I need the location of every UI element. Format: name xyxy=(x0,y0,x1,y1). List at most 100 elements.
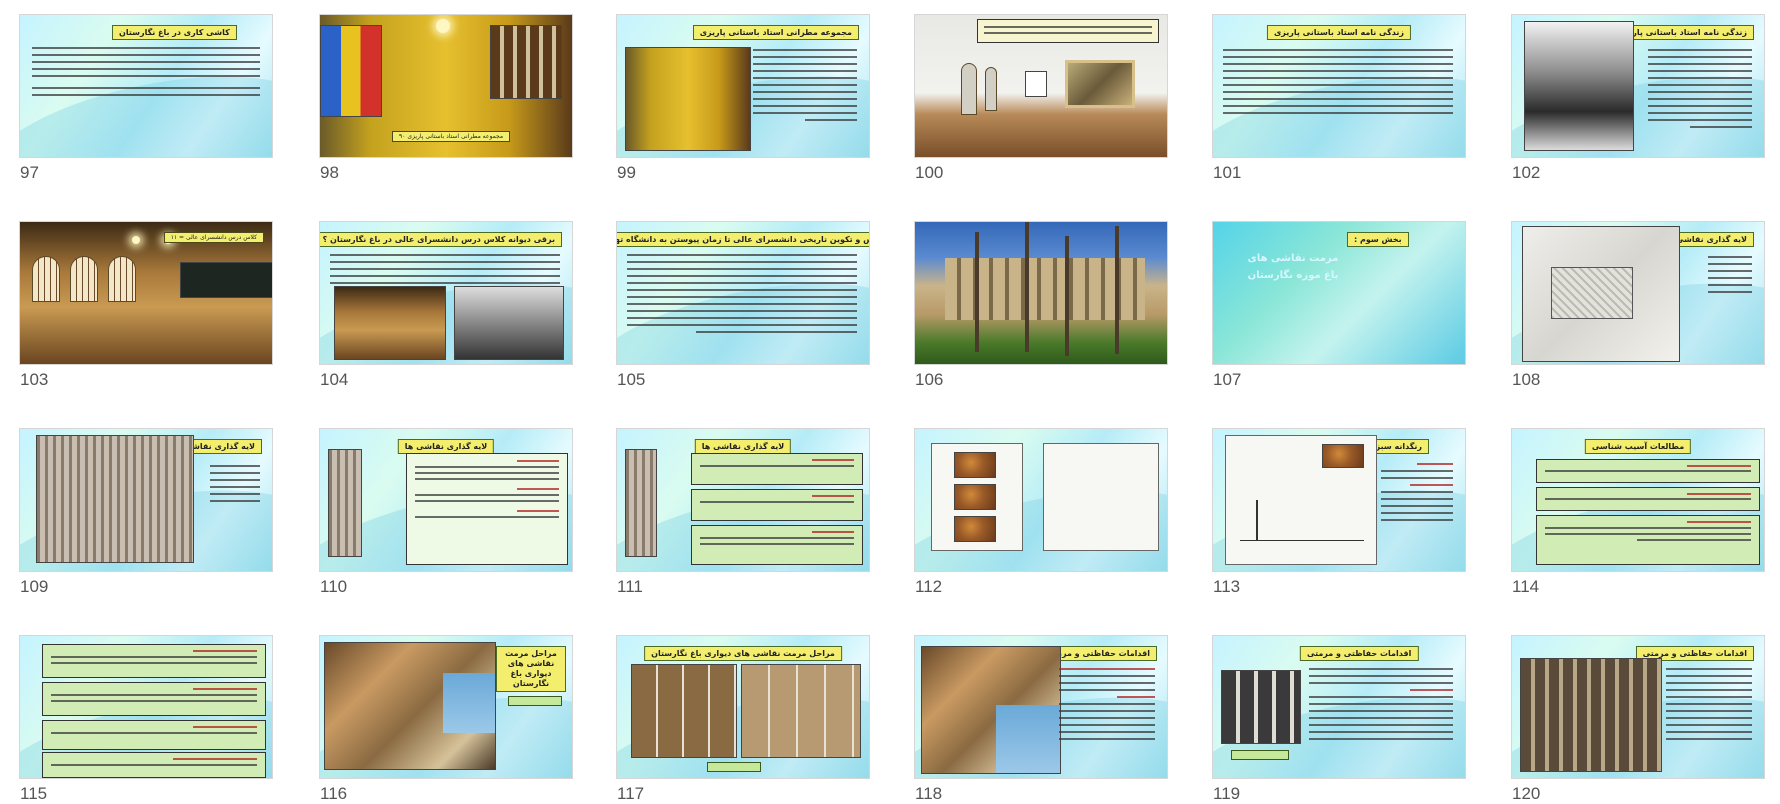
photo-inset xyxy=(443,673,495,733)
slide-cell-100[interactable]: 100 xyxy=(915,15,1167,182)
slide-number: 116 xyxy=(320,784,348,803)
slide-cell-105[interactable]: تاسیس و تکوین تاریخی دانشسرای عالی تا زم… xyxy=(617,222,869,389)
caption-tag xyxy=(508,696,562,706)
layer-diagram xyxy=(36,435,194,563)
blackboard xyxy=(180,262,272,298)
slide-title: لایه گذاری نقاشی ها xyxy=(397,439,495,454)
slide-thumbnail[interactable] xyxy=(20,636,272,778)
slide-cell-114[interactable]: مطالعات آسیب شناسی 114 xyxy=(1512,429,1764,596)
slide-thumbnail[interactable]: اقدامات حفاظتی و مرمتی xyxy=(1512,636,1764,778)
sample-photo xyxy=(954,484,996,510)
slide-sorter-grid: کاشی کاری در باغ نگارستان 97 ۹۰ مجموعه م… xyxy=(0,0,1780,803)
slide-thumbnail[interactable]: مطالعات آسیب شناسی xyxy=(1512,429,1764,571)
restoration-photo xyxy=(1520,658,1662,772)
slide-cell-104[interactable]: برقی دیوانه کلاس درس دانشسرای عالی در با… xyxy=(320,222,572,389)
slide-thumbnail[interactable]: کاشی کاری در باغ نگارستان xyxy=(20,15,272,157)
text-box xyxy=(1536,487,1760,511)
slide-number: 104 xyxy=(320,370,349,389)
slide-number: 97 xyxy=(20,163,39,182)
sample-sheet xyxy=(931,443,1023,551)
slide-thumbnail[interactable]: اقدامات حفاظتی و مرمتی xyxy=(915,636,1167,778)
slide-thumbnail[interactable]: برقی دیوانه کلاس درس دانشسرای عالی در با… xyxy=(320,222,572,364)
slide-number: 100 xyxy=(915,163,944,182)
slide-thumbnail[interactable] xyxy=(915,222,1167,364)
slide-cell-112[interactable]: 112 xyxy=(915,429,1167,596)
slide-cell-103[interactable]: ۱۱ = کلاس درس دانشسرای عالی 103 xyxy=(20,222,272,389)
slide-number: 98 xyxy=(320,163,339,182)
slide-title: مجموعه مطرانی استاد باستانی پاریزی xyxy=(692,25,859,40)
slide-number: 120 xyxy=(1512,784,1541,803)
slide-thumbnail[interactable]: ۱۱ = کلاس درس دانشسرای عالی xyxy=(20,222,272,364)
slide-thumbnail[interactable]: زندگی نامه استاد باستانی پاریزی xyxy=(1512,15,1764,157)
slide-title: زندگی نامه استاد باستانی پاریزی xyxy=(1266,25,1412,40)
spectrum-peak xyxy=(1256,500,1258,540)
slide-thumbnail[interactable]: لایه گذاری نقاشی ها xyxy=(1512,222,1764,364)
layer-diagram xyxy=(328,449,362,557)
slide-cell-113[interactable]: رنگدانه سبز 113 xyxy=(1213,429,1465,596)
section-label: بخش سوم : xyxy=(1347,232,1409,247)
text-box xyxy=(406,453,568,565)
slide-thumbnail[interactable]: رنگدانه سبز xyxy=(1213,429,1465,571)
slide-cell-117[interactable]: مراحل مرمت نقاشی های دیواری باغ نگارستان… xyxy=(617,636,869,803)
slide-number: 107 xyxy=(1213,370,1242,389)
slide-title: کاشی کاری در باغ نگارستان xyxy=(112,25,237,40)
slide-thumbnail[interactable]: لایه گذاری نقاشی ها xyxy=(320,429,572,571)
slide-cell-101[interactable]: زندگی نامه استاد باستانی پاریزی 101 xyxy=(1213,15,1465,182)
slide-cell-99[interactable]: مجموعه مطرانی استاد باستانی پاریزی 99 xyxy=(617,15,869,182)
slide-cell-115[interactable]: 115 xyxy=(20,636,272,803)
slide-thumbnail[interactable]: زندگی نامه استاد باستانی پاریزی xyxy=(1213,15,1465,157)
tree-trunk xyxy=(1115,226,1119,354)
spectrum-baseline xyxy=(1240,540,1364,541)
slide-thumbnail[interactable]: مجموعه مطرانی استاد باستانی پاریزی xyxy=(617,15,869,157)
slide-thumbnail[interactable]: تاسیس و تکوین تاریخی دانشسرای عالی تا زم… xyxy=(617,222,869,364)
slide-cell-118[interactable]: اقدامات حفاظتی و مرمتی 118 xyxy=(915,636,1167,803)
slide-number: 112 xyxy=(915,577,943,596)
restoration-photo xyxy=(324,642,496,770)
slide-thumbnail[interactable]: بخش سوم : مرمت نقاشی های باغ موزه نگارست… xyxy=(1213,222,1465,364)
slide-title: مطالعات آسیب شناسی xyxy=(1584,439,1692,454)
slide-cell-116[interactable]: مراحل مرمت نقاشی های دیواری باغ نگارستان… xyxy=(320,636,572,803)
slide-number: 99 xyxy=(617,163,636,182)
slide-cell-111[interactable]: لایه گذاری نقاشی ها 111 xyxy=(617,429,869,596)
slide-thumbnail[interactable]: مراحل مرمت نقاشی های دیواری باغ نگارستان xyxy=(320,636,572,778)
slide-cell-106[interactable]: 106 xyxy=(915,222,1167,389)
text-box xyxy=(691,453,863,485)
slide-cell-107[interactable]: بخش سوم : مرمت نقاشی های باغ موزه نگارست… xyxy=(1213,222,1465,389)
tree-trunk xyxy=(975,232,979,352)
slide-thumbnail[interactable]: لایه گذاری نقاشی ها xyxy=(617,429,869,571)
slide-number: 117 xyxy=(617,784,645,803)
sample-photo xyxy=(954,452,996,478)
slide-thumbnail[interactable]: اقدامات حفاظتی و مرمتی xyxy=(1213,636,1465,778)
slide-number: 111 xyxy=(617,577,643,596)
slide-title: تاسیس و تکوین تاریخی دانشسرای عالی تا زم… xyxy=(617,232,869,247)
caption-tag xyxy=(1231,750,1289,760)
slide-cell-110[interactable]: لایه گذاری نقاشی ها 110 xyxy=(320,429,572,596)
slide-number: 101 xyxy=(1213,163,1242,182)
slide-cell-109[interactable]: لایه گذاری نقاشی ها 109 xyxy=(20,429,272,596)
tree-trunk xyxy=(1065,236,1069,356)
slide-thumbnail[interactable]: لایه گذاری نقاشی ها xyxy=(20,429,272,571)
slide-cell-108[interactable]: لایه گذاری نقاشی ها 108 xyxy=(1512,222,1764,389)
text-box xyxy=(42,752,266,778)
slide-cell-98[interactable]: ۹۰ مجموعه مطرانی استاد باستانی پاریزی 98 xyxy=(320,15,572,182)
slide-cell-119[interactable]: اقدامات حفاظتی و مرمتی 119 xyxy=(1213,636,1465,803)
slide-cell-97[interactable]: کاشی کاری در باغ نگارستان 97 xyxy=(20,15,272,182)
slide-thumbnail[interactable] xyxy=(915,15,1167,157)
wall-frame xyxy=(1025,71,1047,97)
sample-photo xyxy=(1322,444,1364,468)
slide-cell-102[interactable]: زندگی نامه استاد باستانی پاریزی 102 xyxy=(1512,15,1764,182)
ceiling-light-icon xyxy=(436,19,450,33)
text-box xyxy=(42,720,266,750)
sample-grid-photo xyxy=(1221,670,1301,744)
slide-thumbnail[interactable]: ۹۰ مجموعه مطرانی استاد باستانی پاریزی xyxy=(320,15,572,157)
layer-diagram xyxy=(625,449,657,557)
photo-inset xyxy=(996,705,1060,773)
slide-thumbnail[interactable]: مراحل مرمت نقاشی های دیواری باغ نگارستان xyxy=(617,636,869,778)
slide-thumbnail[interactable] xyxy=(915,429,1167,571)
restoration-photo xyxy=(741,664,861,758)
slide-number: 109 xyxy=(20,577,49,596)
slide-number: 113 xyxy=(1213,577,1241,596)
slide-cell-120[interactable]: اقدامات حفاظتی و مرمتی 120 xyxy=(1512,636,1764,803)
section-title: مرمت نقاشی های باغ موزه نگارستان xyxy=(1247,253,1339,281)
ceiling-light-icon xyxy=(132,236,140,244)
